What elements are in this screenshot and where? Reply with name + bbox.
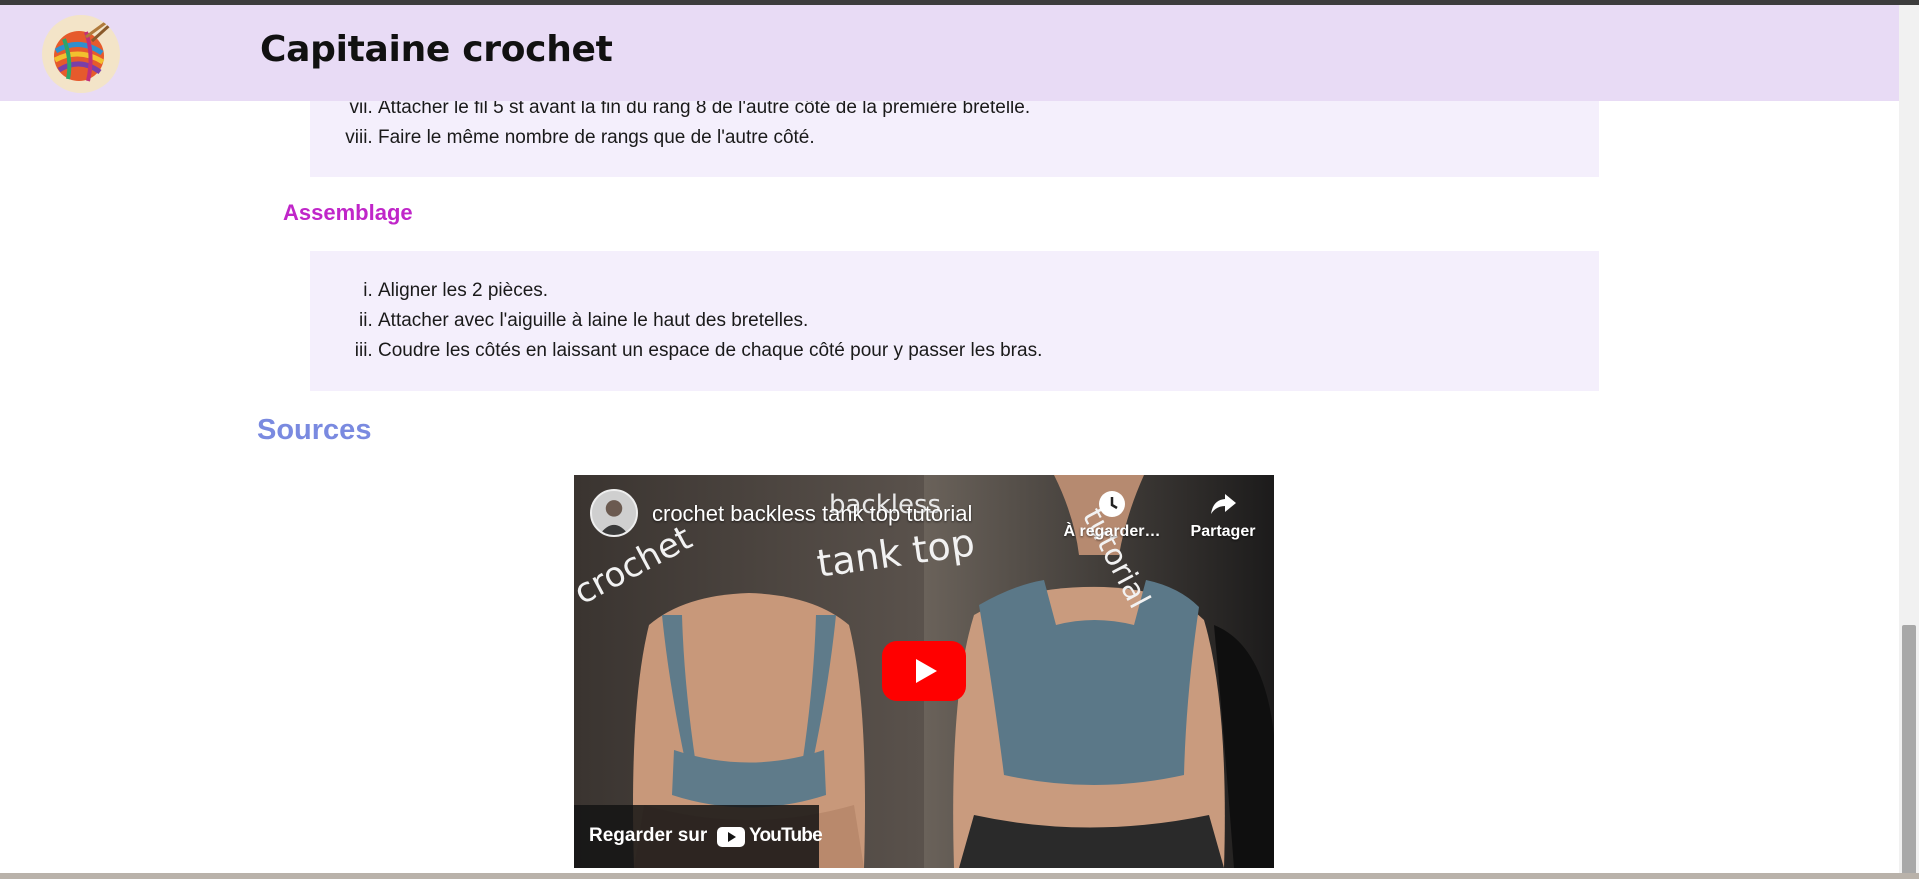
share-arrow-icon [1211, 494, 1236, 514]
step-list-bretelle: Attacher le fil 5 st avant la fin du ran… [310, 93, 1030, 153]
youtube-wordmark: YouTube [749, 825, 823, 846]
play-button[interactable] [882, 641, 966, 701]
clock-icon [1099, 491, 1125, 517]
list-item: Faire le même nombre de rangs que de l'a… [378, 123, 1030, 153]
scrollbar-thumb[interactable] [1902, 625, 1916, 875]
youtube-play-logo-icon [717, 827, 745, 847]
watch-on-youtube-button[interactable]: Regarder sur YouTube [574, 805, 823, 868]
instruction-box-bretelle: Attacher le fil 5 st avant la fin du ran… [310, 90, 1599, 177]
list-item: Attacher avec l'aiguille à laine le haut… [378, 306, 1042, 336]
yarn-ball-logo-icon[interactable] [42, 15, 120, 93]
share-button[interactable]: Partager [1178, 489, 1268, 541]
play-icon [882, 641, 966, 701]
window-bottom-edge [0, 873, 1919, 879]
list-item: Aligner les 2 pièces. [378, 276, 1042, 306]
assemblage-heading: Assemblage [283, 200, 413, 225]
youtube-video-embed[interactable]: crochet backless tank top tutorial croch… [574, 475, 1274, 868]
instruction-box-assemblage: Aligner les 2 pièces. Attacher avec l'ai… [310, 251, 1599, 391]
page-scrollbar[interactable] [1899, 5, 1919, 875]
watch-later-label: À regarder… [1063, 523, 1161, 540]
share-label: Partager [1190, 523, 1256, 540]
site-header: Capitaine crochet [0, 5, 1899, 101]
list-item: Coudre les côtés en laissant un espace d… [378, 336, 1042, 366]
channel-avatar[interactable] [590, 489, 638, 537]
video-title-link[interactable]: crochet backless tank top tutorial [652, 501, 972, 527]
sources-heading: Sources [257, 414, 372, 446]
watch-on-label: Regarder sur [589, 825, 708, 846]
site-title: Capitaine crochet [260, 29, 613, 70]
step-list-assemblage: Aligner les 2 pièces. Attacher avec l'ai… [310, 276, 1042, 366]
watch-later-button[interactable]: À regarder… [1052, 489, 1172, 541]
